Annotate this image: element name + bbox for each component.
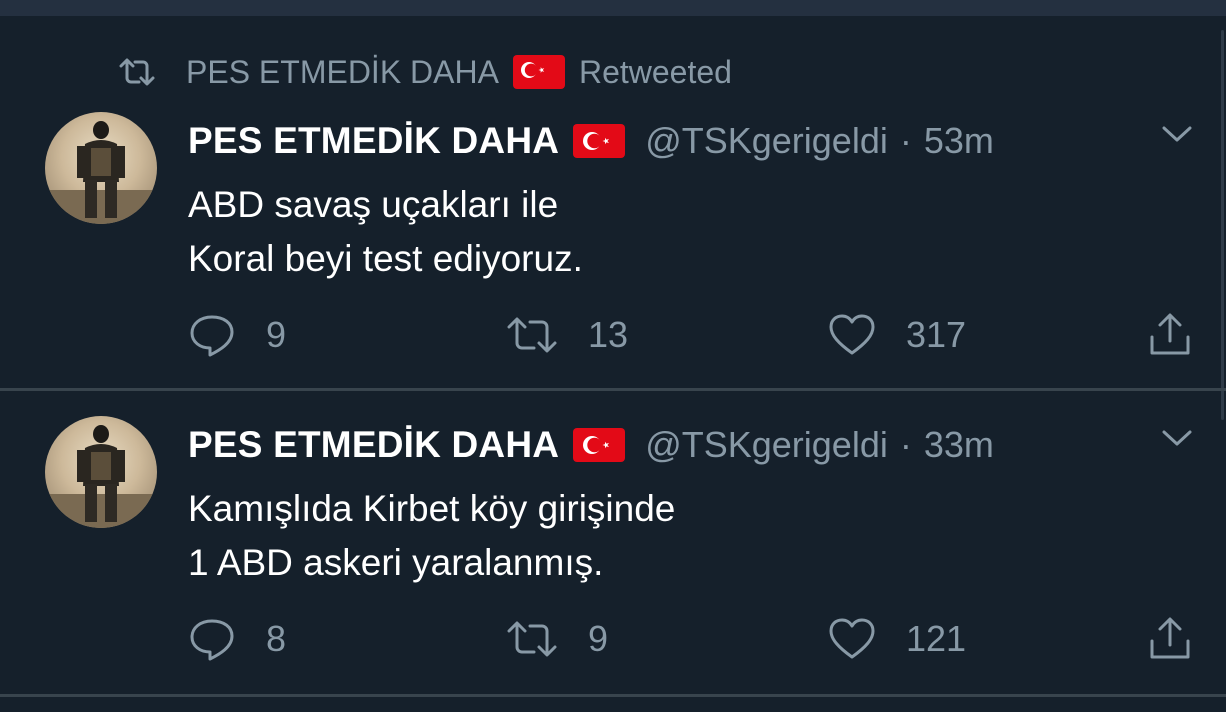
tweet-divider [0, 388, 1226, 391]
retweet-context: PES ETMEDİK DAHA Retweeted [118, 52, 732, 92]
retweet-icon [507, 317, 557, 353]
avatar[interactable] [45, 112, 157, 224]
tweet-text-line: ABD savaş uçakları ile [188, 184, 559, 225]
share-button[interactable] [1146, 614, 1224, 664]
like-button[interactable]: 317 [828, 310, 966, 360]
separator-dot: · [899, 120, 912, 161]
tweet-text: Kamışlıda Kirbet köy girişinde 1 ABD ask… [188, 482, 675, 590]
share-icon [1150, 313, 1190, 355]
avatar[interactable] [45, 416, 157, 528]
tweet-header: PES ETMEDİK DAHA @TSKgerigeldi · 33m [188, 420, 994, 470]
retweeted-label: Retweeted [578, 53, 732, 90]
turkey-flag-icon [573, 428, 626, 462]
tweet[interactable]: PES ETMEDİK DAHA @TSKgerigeldi · 53m ABD… [0, 100, 1226, 388]
like-button[interactable]: 121 [828, 614, 966, 664]
reply-icon [190, 315, 234, 357]
share-button[interactable] [1146, 310, 1224, 360]
retweeter-name[interactable]: PES ETMEDİK DAHA [186, 54, 499, 91]
tweet-divider [0, 694, 1226, 697]
heart-icon [829, 314, 875, 355]
reply-count: 8 [266, 618, 287, 659]
user-handle[interactable]: @TSKgerigeldi [645, 120, 888, 162]
turkey-flag-icon [512, 55, 565, 89]
tweet-text-line: Koral beyi test ediyoruz. [188, 238, 583, 279]
reply-button[interactable]: 8 [188, 614, 286, 664]
retweet-icon [118, 56, 156, 88]
tweet[interactable]: PES ETMEDİK DAHA @TSKgerigeldi · 33m Kam… [0, 404, 1226, 694]
heart-icon [829, 618, 875, 659]
tweet-header: PES ETMEDİK DAHA @TSKgerigeldi · 53m [188, 116, 994, 166]
like-count: 121 [906, 618, 967, 659]
tweet-text-line: Kamışlıda Kirbet köy girişinde [188, 488, 676, 529]
reply-button[interactable]: 9 [188, 310, 286, 360]
tweet-time[interactable]: 53m [924, 120, 994, 162]
retweet-button[interactable]: 9 [506, 614, 608, 664]
like-count: 317 [906, 314, 967, 355]
tweet-time[interactable]: 33m [924, 424, 994, 466]
turkey-flag-icon [573, 124, 626, 158]
display-name[interactable]: PES ETMEDİK DAHA [188, 120, 559, 162]
separator-dot: · [899, 424, 912, 465]
top-bar [0, 0, 1226, 16]
chevron-down-icon[interactable] [1160, 426, 1194, 450]
share-icon [1150, 617, 1190, 659]
tweet-text: ABD savaş uçakları ile Koral beyi test e… [188, 178, 583, 286]
tweet-actions: 8 9 121 [0, 614, 1226, 664]
reply-count: 9 [266, 314, 287, 355]
retweet-button[interactable]: 13 [506, 310, 628, 360]
reply-icon [190, 619, 234, 661]
retweet-count: 9 [588, 618, 609, 659]
tweet-actions: 9 13 317 [0, 310, 1226, 360]
tweet-text-line: 1 ABD askeri yaralanmış. [188, 542, 604, 583]
display-name[interactable]: PES ETMEDİK DAHA [188, 424, 559, 466]
retweet-icon [507, 621, 557, 657]
user-handle[interactable]: @TSKgerigeldi [645, 424, 888, 466]
retweet-count: 13 [588, 314, 629, 355]
chevron-down-icon[interactable] [1160, 122, 1194, 146]
